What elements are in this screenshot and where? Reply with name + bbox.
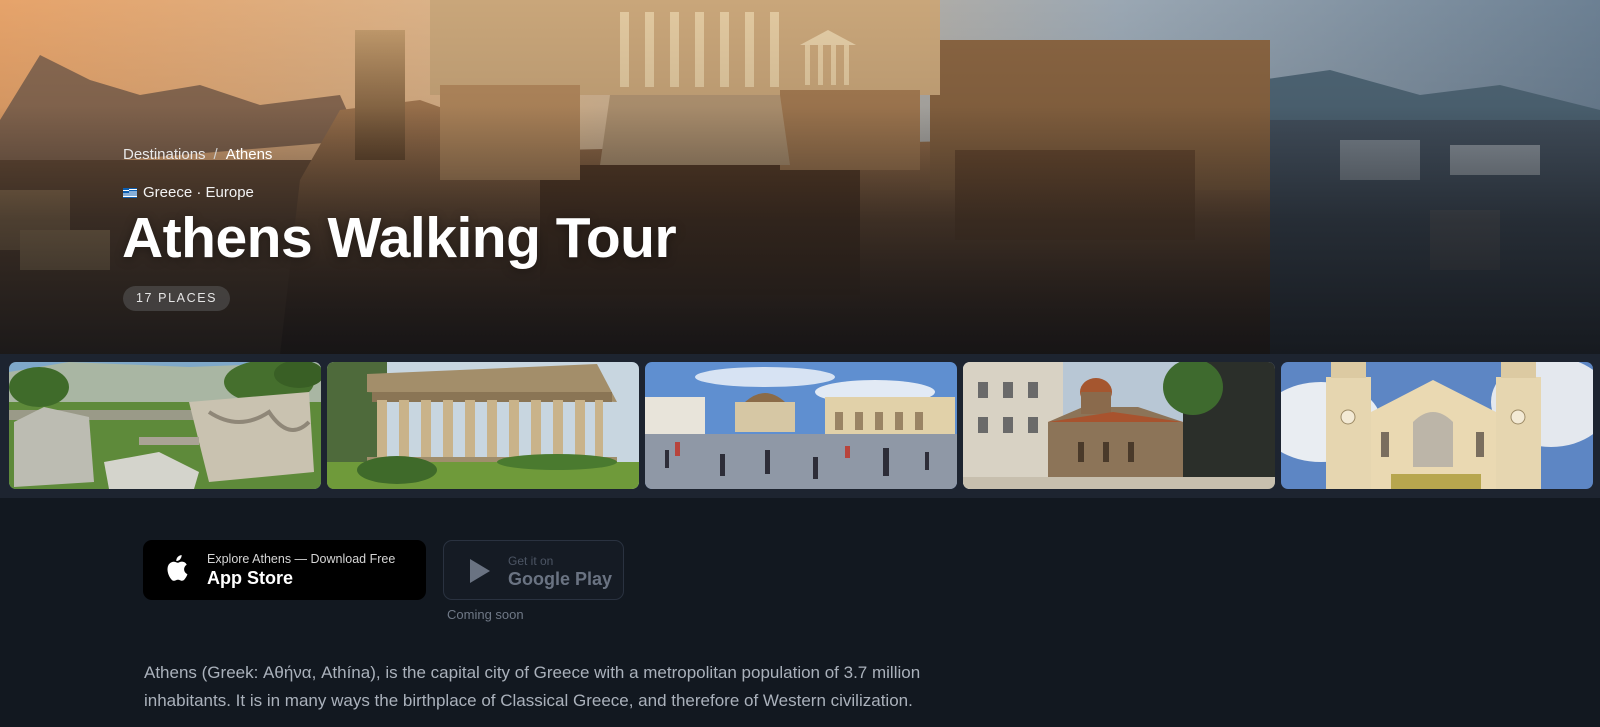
greece-flag-icon	[123, 187, 137, 198]
page-title: Athens Walking Tour	[122, 206, 677, 270]
gallery-photo-church[interactable]	[963, 362, 1275, 489]
google-play-label: Google Play	[508, 569, 613, 589]
google-play-button[interactable]: Get it on Google Play	[443, 540, 624, 600]
location-label: Greece · Europe	[123, 184, 254, 201]
gallery-photo-cathedral[interactable]	[1281, 362, 1593, 489]
breadcrumb-current: Athens	[225, 146, 273, 163]
breadcrumb-destinations-link[interactable]: Destinations	[123, 146, 206, 163]
hero-overlay	[0, 0, 1600, 354]
breadcrumb-separator: /	[213, 146, 218, 163]
google-play-subtitle: Get it on	[508, 554, 554, 568]
gallery-photo-ruins[interactable]	[9, 362, 321, 489]
app-store-subtitle: Explore Athens — Download Free	[207, 552, 396, 566]
breadcrumb: Destinations / Athens	[123, 146, 272, 163]
places-count-badge: 17 PLACES	[123, 286, 231, 311]
location-text: Greece · Europe	[143, 184, 254, 201]
play-icon	[470, 559, 490, 583]
gallery-photo-temple[interactable]	[327, 362, 639, 489]
apple-icon	[167, 555, 188, 581]
hero-banner: Destinations / Athens Greece · Europe At…	[0, 0, 1600, 354]
city-description: Athens (Greek: Αθήνα, Athína), is the ca…	[144, 663, 921, 710]
app-store-label: App Store	[207, 568, 294, 588]
photo-gallery	[0, 354, 1600, 498]
coming-soon-note: Coming soon	[447, 607, 524, 622]
gallery-photo-square[interactable]	[645, 362, 957, 489]
app-store-button[interactable]: Explore Athens — Download Free App Store	[143, 540, 426, 600]
